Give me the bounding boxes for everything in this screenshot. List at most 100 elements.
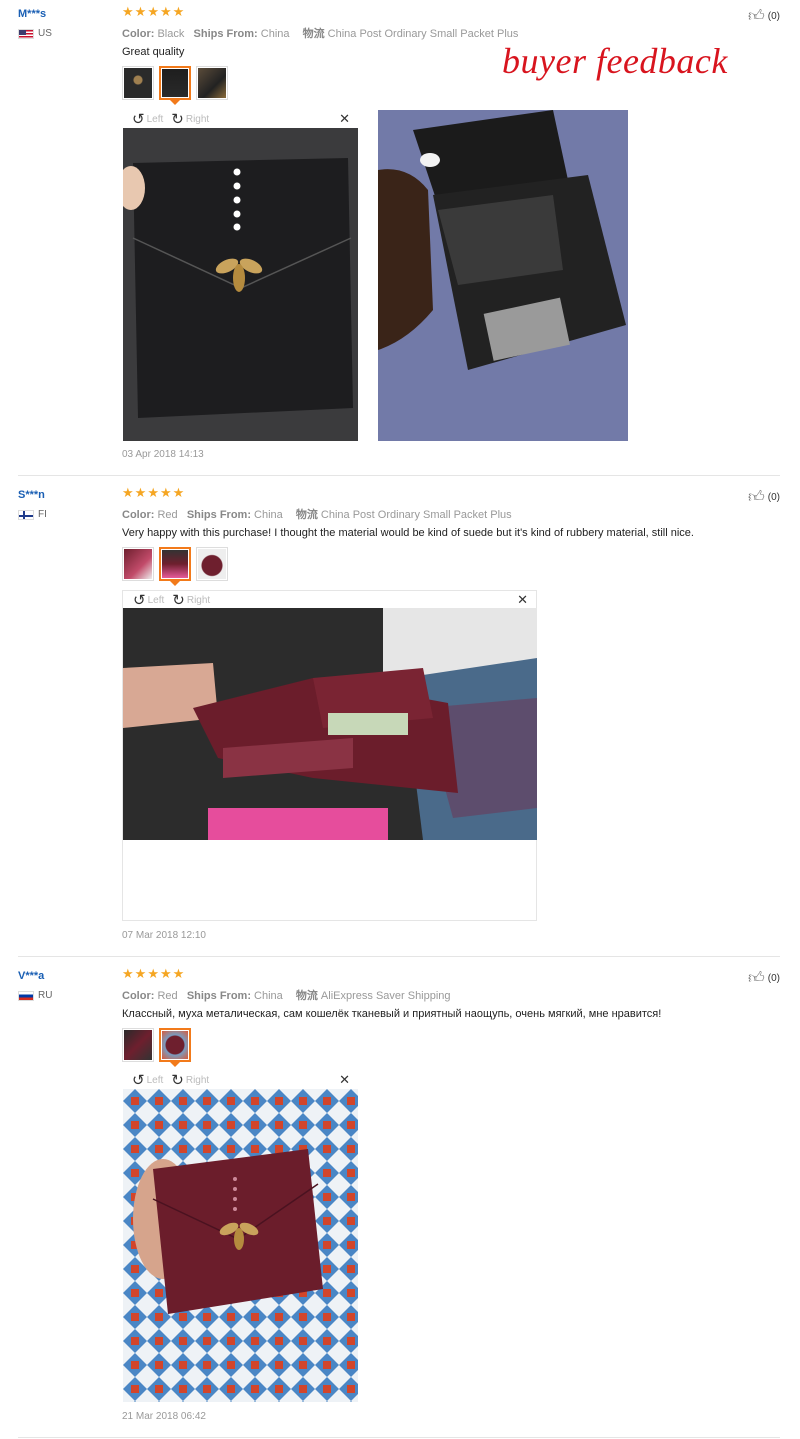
star-rating: ★ ★ ★ ★ ★ (122, 487, 184, 500)
ships-from-value: China (254, 509, 283, 521)
star-rating: ★ ★ ★ ★ ★ (122, 6, 184, 19)
ships-from-label: Ships From: (186, 509, 251, 521)
helpful-count: (0) (767, 10, 780, 22)
rotate-left-label: Left (146, 1074, 164, 1086)
ships-from-label: Ships From: (193, 28, 258, 40)
photo-thumbnail[interactable] (196, 547, 228, 581)
red-wallet-closed-photo-art (123, 1089, 358, 1402)
star-icon: ★ (134, 486, 147, 501)
review-divider (18, 1437, 780, 1438)
review-date: 07 Mar 2018 12:10 (122, 930, 206, 941)
rotate-right-icon: ↻ (171, 110, 184, 128)
photo-thumbnail-selected[interactable] (159, 547, 191, 586)
rotate-left-button[interactable]: ↺ Left (133, 591, 165, 609)
rotate-right-button[interactable]: ↻ Right (171, 110, 210, 128)
order-info: Color: Red Ships From: China 物流 AliExpre… (122, 987, 451, 1003)
photo-thumbnail[interactable] (122, 66, 154, 100)
order-info: Color: Black Ships From: China 物流 China … (122, 25, 518, 41)
star-icon: ★ (172, 5, 185, 20)
order-info: Color: Red Ships From: China 物流 China Po… (122, 506, 512, 522)
ru-flag-icon (18, 990, 34, 1001)
country-code: RU (38, 990, 53, 1001)
country-code: US (38, 28, 52, 39)
photo-thumbnail-selected[interactable] (159, 1028, 191, 1067)
review-photo-red-wallet-closed[interactable] (123, 1089, 358, 1402)
review-text: Great quality (122, 46, 185, 58)
wallet-photo-art (123, 128, 358, 441)
color-value: Red (157, 990, 178, 1002)
review-photo-open-wallet[interactable] (378, 110, 628, 441)
rotate-left-label: Left (147, 594, 165, 606)
country-code: FI (38, 509, 47, 520)
color-label: Color: (122, 990, 155, 1002)
reviewer-name[interactable]: V***a (18, 970, 44, 982)
reviewer-name[interactable]: M***s (18, 8, 46, 20)
ships-from-value: China (254, 990, 283, 1002)
thumbs-up-icon[interactable]: 👍︎ (748, 6, 765, 26)
close-icon[interactable]: ✕ (339, 112, 350, 127)
helpful-button[interactable]: 👍︎ (0) (748, 968, 780, 988)
photo-thumbnail[interactable] (122, 547, 154, 581)
rotate-right-button[interactable]: ↻ Right (172, 591, 211, 609)
star-icon: ★ (122, 5, 134, 20)
helpful-button[interactable]: 👍︎ (0) (748, 6, 780, 26)
star-icon: ★ (172, 967, 185, 982)
photo-thumbnails (122, 1028, 191, 1067)
helpful-button[interactable]: 👍︎ (0) (748, 487, 780, 507)
red-wallet-photo-art (123, 608, 537, 840)
rotate-right-label: Right (185, 1074, 210, 1086)
rotate-right-icon: ↻ (172, 591, 185, 609)
fi-flag-icon (18, 509, 34, 520)
review-text: Very happy with this purchase! I thought… (122, 527, 694, 539)
review-item: M***s US ★ ★ ★ ★ ★ Color: Black Ships From: … (0, 0, 800, 475)
wallet-open-photo-art (378, 110, 628, 441)
shipping-method: China Post Ordinary Small Packet Plus (320, 509, 512, 521)
rotate-left-icon: ↺ (133, 591, 146, 609)
helpful-count: (0) (767, 491, 780, 503)
ships-from-label: Ships From: (186, 990, 251, 1002)
photo-thumbnail[interactable] (196, 66, 228, 100)
rotate-left-button[interactable]: ↺ Left (132, 110, 164, 128)
close-icon[interactable]: ✕ (339, 1073, 350, 1088)
ships-from-value: China (260, 28, 290, 40)
rotate-left-label: Left (146, 113, 164, 125)
photo-thumbnails (122, 547, 228, 586)
photo-thumbnail-selected[interactable] (159, 66, 191, 105)
review-photo-red-wallet-open[interactable] (123, 608, 537, 840)
rotate-left-button[interactable]: ↺ Left (132, 1071, 164, 1089)
rotate-right-button[interactable]: ↻ Right (171, 1073, 210, 1088)
close-icon[interactable]: ✕ (517, 593, 528, 608)
photo-thumbnail[interactable] (122, 1028, 154, 1062)
photo-viewer: ↺ Left ↻ Right ✕ (122, 1071, 358, 1402)
review-text: Классный, муха металическая, сам кошелёк… (122, 1008, 662, 1020)
star-icon: ★ (134, 5, 147, 20)
reviewer-country: US (18, 28, 52, 39)
shipping-label: 物流 (302, 28, 325, 40)
thumbs-up-icon[interactable]: 👍︎ (748, 968, 765, 988)
star-icon: ★ (147, 5, 159, 20)
star-icon: ★ (122, 967, 134, 982)
rotate-left-icon: ↺ (132, 1071, 145, 1089)
shipping-label: 物流 (295, 990, 318, 1002)
color-value: Red (157, 509, 178, 521)
color-value: Black (157, 28, 185, 40)
rotate-left-icon: ↺ (132, 110, 145, 128)
photo-viewer: ↺ Left ↻ Right ✕ (122, 590, 537, 921)
rotate-right-label: Right (185, 113, 210, 125)
helpful-count: (0) (767, 972, 780, 984)
star-rating: ★ ★ ★ ★ ★ (122, 968, 184, 981)
review-photo-black-wallet[interactable] (123, 128, 358, 441)
us-flag-icon (18, 28, 34, 39)
star-icon: ★ (134, 967, 147, 982)
star-icon: ★ (122, 486, 134, 501)
color-label: Color: (122, 509, 155, 521)
viewer-toolbar: ↺ Left ↻ Right (122, 110, 358, 128)
review-date: 21 Mar 2018 06:42 (122, 1411, 206, 1422)
review-item: S***n FI ★ ★ ★ ★ ★ Color: Red Ships From: Ch… (0, 481, 800, 956)
thumbs-up-icon[interactable]: 👍︎ (748, 487, 765, 507)
rotate-right-label: Right (186, 594, 211, 606)
reviewer-name[interactable]: S***n (18, 489, 45, 501)
star-icon: ★ (172, 486, 185, 501)
review-date: 03 Apr 2018 14:13 (122, 449, 204, 460)
viewer-toolbar: ↺ Left ↻ Right (122, 1071, 358, 1089)
